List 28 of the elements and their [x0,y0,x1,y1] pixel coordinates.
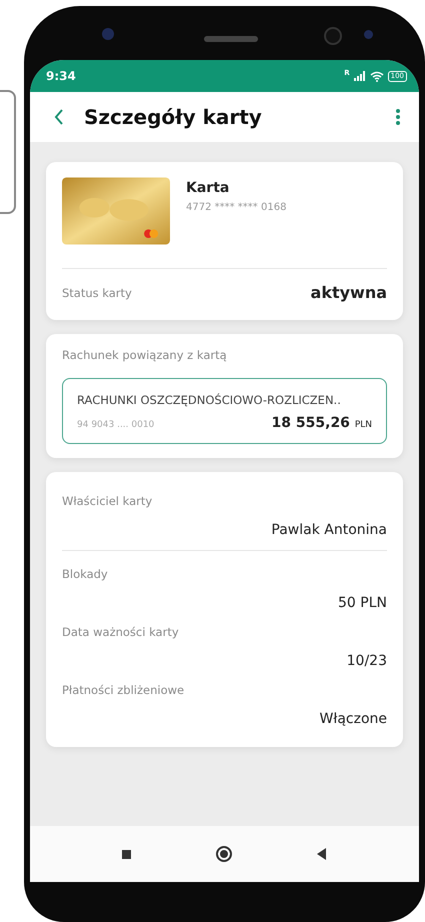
status-label: Status karty [62,286,132,300]
detail-label: Data ważności karty [62,625,180,639]
detail-value: 50 PLN [338,595,387,611]
signal-icon [354,71,366,81]
account-balance: 18 555,26 PLN [272,415,372,431]
account-name: RACHUNKI OSZCZĘDNOŚCIOWO-ROZLICZEN.. [77,393,342,407]
camera-icon [102,28,114,40]
card-number: 4772 **** **** 0168 [186,202,286,213]
detail-label: Płatności zbliżeniowe [62,683,186,697]
sensor-icon [364,30,373,39]
speaker-grille [204,36,258,42]
screen-title: Szczegóły karty [84,105,263,129]
card-name: Karta [186,180,230,196]
account-number: 94 9043 .... 0010 [77,420,154,430]
account-tile[interactable]: RACHUNKI OSZCZĘDNOŚCIOWO-ROZLICZEN.. 94 9043 .... 0010 18 555,26 PLN [62,378,387,444]
detail-value: 10/23 [346,653,387,669]
status-time: 9:34 [46,69,76,83]
wifi-icon [370,70,384,82]
status-value: aktywna [310,283,387,302]
camera-icon [324,27,342,45]
account-heading: Rachunek powiązany z kartą [62,348,228,362]
more-dots-icon [395,108,401,126]
detail-value: Pawlak Antonina [271,522,387,538]
triangle-back-icon [316,848,327,860]
detail-label: Blokady [62,567,109,581]
detail-label: Właściciel karty [62,494,154,508]
detail-value: Włączone [320,711,387,727]
back-chevron-icon [54,109,64,125]
